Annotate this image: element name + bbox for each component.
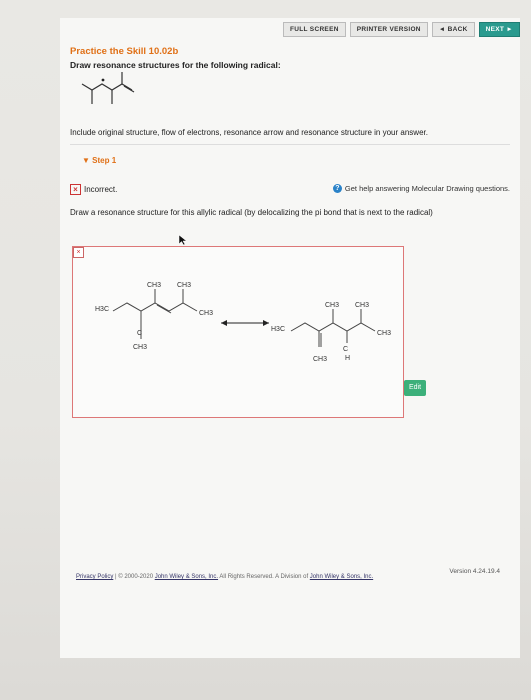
left-ch3-b: CH3 [177,282,191,289]
left-h3c: H3C [95,306,109,313]
left-ch3-a: CH3 [147,282,161,289]
right-ch3-b: CH3 [355,302,369,309]
right-c: C [343,346,348,353]
photo-background: FULL SCREEN PRINTER VERSION ◄ BACK NEXT … [0,0,531,700]
step-prompt: Draw a resonance structure for this ally… [70,208,433,217]
next-button[interactable]: NEXT ► [478,21,520,37]
top-toolbar: FULL SCREEN PRINTER VERSION ◄ BACK NEXT … [283,18,520,40]
step-1-header[interactable]: ▼ Step 1 [82,156,116,165]
left-ch3-c: CH3 [199,310,213,317]
question-title: Practice the Skill 10.02b [70,46,179,57]
version-label: Version 4.24.19.4 [449,568,500,575]
help-text: Get help answering Molecular Drawing que… [344,184,510,193]
copyright-text: © 2000-2020 [118,574,155,580]
rights-text: All Rights Reserved. A Division of [218,574,310,580]
incorrect-text: Incorrect. [84,185,118,194]
help-link[interactable]: ? Get help answering Molecular Drawing q… [332,184,510,193]
close-icon[interactable]: × [73,247,84,258]
arrow-right-head [263,320,269,326]
right-ch3-a: CH3 [325,302,339,309]
instruction-text: Include original structure, flow of elec… [70,128,428,137]
help-icon: ? [332,184,342,193]
answer-structures: CH3 CH3 CH3 H3C C CH3 CH3 CH3 CH3 H3C C … [95,282,391,363]
left-ch3-bottom: CH3 [133,344,147,351]
radical-structure-image [81,72,135,104]
footer: Privacy Policy | © 2000-2020 John Wiley … [76,574,373,580]
question-page: FULL SCREEN PRINTER VERSION ◄ BACK NEXT … [60,18,520,658]
step-label: Step 1 [92,156,117,165]
right-ch3-c: CH3 [377,330,391,337]
back-button[interactable]: ◄ BACK [431,21,475,37]
printer-version-button[interactable]: PRINTER VERSION [349,21,428,37]
x-icon: × [70,184,81,195]
mouse-cursor-icon [178,234,188,246]
arrow-left-head [221,320,227,326]
edit-button[interactable]: Edit [404,380,426,396]
question-subtitle: Draw resonance structures for the follow… [70,60,281,70]
full-screen-button[interactable]: FULL SCREEN [283,21,346,37]
divider [70,144,510,145]
answer-drawing-area[interactable]: × CH3 CH3 CH3 H3C C CH3 CH3 CH3 CH3 H3C … [72,246,404,418]
incorrect-status: × Incorrect. [70,184,117,195]
company-link[interactable]: John Wiley & Sons, Inc. [155,574,218,580]
left-c: C [137,330,142,337]
right-h: H [345,355,350,362]
company-link-2[interactable]: John Wiley & Sons, Inc. [310,574,373,580]
collapse-triangle-icon: ▼ [82,156,93,165]
right-h3c: H3C [271,326,285,333]
privacy-policy-link[interactable]: Privacy Policy [76,574,113,580]
right-ch3-bottom: CH3 [313,356,327,363]
